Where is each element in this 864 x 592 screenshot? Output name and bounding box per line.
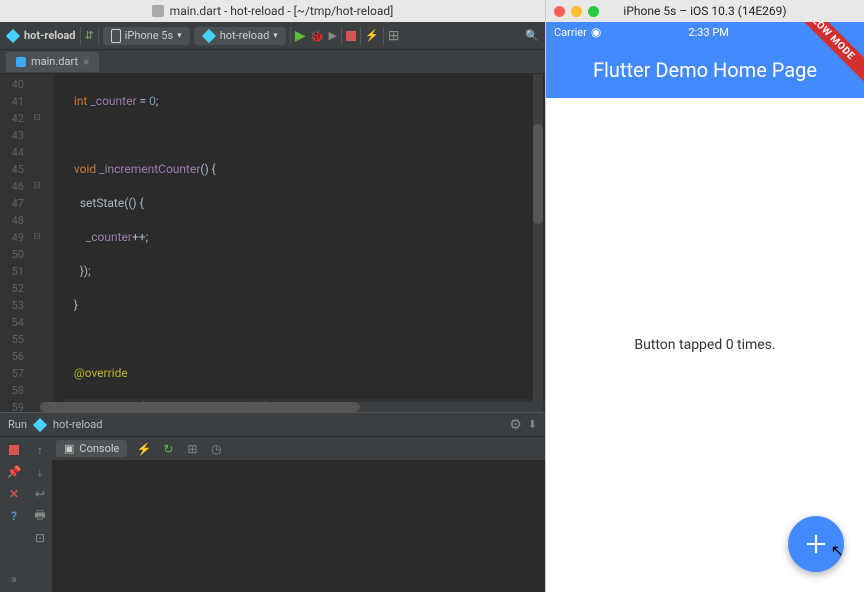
- close-icon[interactable]: ×: [83, 55, 89, 69]
- separator: [80, 27, 81, 45]
- file-icon: [152, 5, 164, 17]
- stop-button[interactable]: [7, 443, 21, 457]
- project-name: hot-reload: [24, 29, 76, 42]
- device-label: iPhone 5s: [125, 29, 173, 42]
- tab-label: main.dart: [31, 55, 78, 68]
- line-gutter: 4041424344454647484950515253545556575859: [0, 74, 30, 412]
- search-icon[interactable]: 🔍: [525, 29, 539, 42]
- stop-button[interactable]: [346, 31, 356, 41]
- tab-console[interactable]: ▣ Console: [56, 440, 127, 457]
- console-nav: ↑ ↓ ↩ 🖶 ⊡: [28, 437, 52, 592]
- print-icon[interactable]: 🖶: [33, 509, 47, 523]
- up-icon[interactable]: ↑: [33, 443, 47, 457]
- app-bar: Flutter Demo Home Page: [546, 42, 864, 98]
- hot-reload-icon[interactable]: ⚡: [137, 442, 151, 456]
- console-label: Console: [79, 442, 119, 455]
- status-time: 2:33 PM: [688, 26, 728, 39]
- wifi-icon: ◉: [591, 25, 601, 39]
- observatory-icon[interactable]: ⊞: [185, 442, 199, 456]
- run-config-name: hot-reload: [53, 418, 103, 431]
- sim-titlebar: iPhone 5s – iOS 10.3 (14E269): [546, 0, 864, 22]
- code-content[interactable]: int _counter = 0; void _incrementCounter…: [54, 74, 545, 412]
- vcs-gutter: [44, 74, 54, 412]
- body-text: Button tapped 0 times.: [634, 337, 775, 353]
- carrier-label: Carrier: [554, 26, 587, 39]
- gear-icon[interactable]: ⚙: [509, 417, 522, 433]
- help-icon[interactable]: ?: [7, 509, 21, 523]
- terminal-icon: ▣: [64, 442, 74, 455]
- hot-reload-button[interactable]: ⚡: [365, 29, 379, 42]
- wrap-icon[interactable]: ↩: [33, 487, 47, 501]
- floating-action-button[interactable]: [788, 516, 844, 572]
- flutter-icon: [6, 29, 20, 43]
- code-editor[interactable]: 4041424344454647484950515253545556575859…: [0, 74, 545, 412]
- debug-button[interactable]: 🐞: [310, 29, 325, 43]
- fold-gutter[interactable]: ⊟ ⊟ ⊟: [30, 74, 44, 412]
- console-tabs: ▣ Console ⚡ ↻ ⊞ ◷: [52, 437, 545, 461]
- sync-icon[interactable]: ⇵: [85, 29, 94, 42]
- console-output[interactable]: [52, 461, 545, 592]
- ide-window: main.dart - hot-reload - [~/tmp/hot-relo…: [0, 0, 545, 592]
- run-header: Run hot-reload ⚙ ⬇: [0, 413, 545, 437]
- coverage-button[interactable]: ▶: [329, 29, 337, 42]
- phone-icon: [111, 29, 121, 43]
- separator: [383, 27, 384, 45]
- ios-simulator: iPhone 5s – iOS 10.3 (14E269) Carrier ◉ …: [545, 0, 864, 592]
- separator: [98, 27, 99, 45]
- down-icon[interactable]: ↓: [33, 465, 47, 479]
- settings-icon[interactable]: ⊞: [388, 28, 400, 44]
- config-label: hot-reload: [220, 29, 270, 42]
- separator: [360, 27, 361, 45]
- dart-icon: [16, 57, 26, 67]
- console-area: ▣ Console ⚡ ↻ ⊞ ◷: [52, 437, 545, 592]
- run-tool-window: Run hot-reload ⚙ ⬇ 📌 ✕ ? » ↑ ↓ ↩ 🖶: [0, 412, 545, 592]
- horizontal-scrollbar[interactable]: [40, 402, 533, 412]
- close-icon[interactable]: ✕: [7, 487, 21, 501]
- main-toolbar: hot-reload ⇵ iPhone 5s hot-reload ▶ 🐞 ▶ …: [0, 22, 545, 50]
- download-icon[interactable]: ⬇: [528, 418, 537, 431]
- flutter-icon: [33, 418, 47, 432]
- appbar-title: Flutter Demo Home Page: [593, 58, 817, 82]
- run-label: Run: [8, 418, 27, 431]
- device-screen[interactable]: Carrier ◉ 2:33 PM SLOW MODE Flutter Demo…: [546, 22, 864, 592]
- timer-icon[interactable]: ◷: [209, 442, 223, 456]
- editor-tab-bar: main.dart ×: [0, 50, 545, 74]
- run-config-selector[interactable]: hot-reload: [194, 27, 286, 45]
- ide-titlebar: main.dart - hot-reload - [~/tmp/hot-relo…: [0, 0, 545, 22]
- restart-icon[interactable]: ↻: [161, 442, 175, 456]
- more-icon[interactable]: »: [7, 572, 21, 586]
- sim-title: iPhone 5s – iOS 10.3 (14E269): [546, 4, 864, 18]
- pin-icon[interactable]: 📌: [7, 465, 21, 479]
- tab-main-dart[interactable]: main.dart ×: [6, 52, 99, 72]
- flutter-icon: [202, 29, 216, 43]
- screen-icon[interactable]: ⊡: [33, 531, 47, 545]
- device-selector[interactable]: iPhone 5s: [103, 27, 190, 45]
- title-text: main.dart - hot-reload - [~/tmp/hot-relo…: [170, 4, 394, 18]
- separator: [341, 27, 342, 45]
- vertical-scrollbar[interactable]: [533, 74, 543, 412]
- run-toolbar: 📌 ✕ ? »: [0, 437, 28, 592]
- separator: [290, 27, 291, 45]
- run-button[interactable]: ▶: [295, 28, 306, 44]
